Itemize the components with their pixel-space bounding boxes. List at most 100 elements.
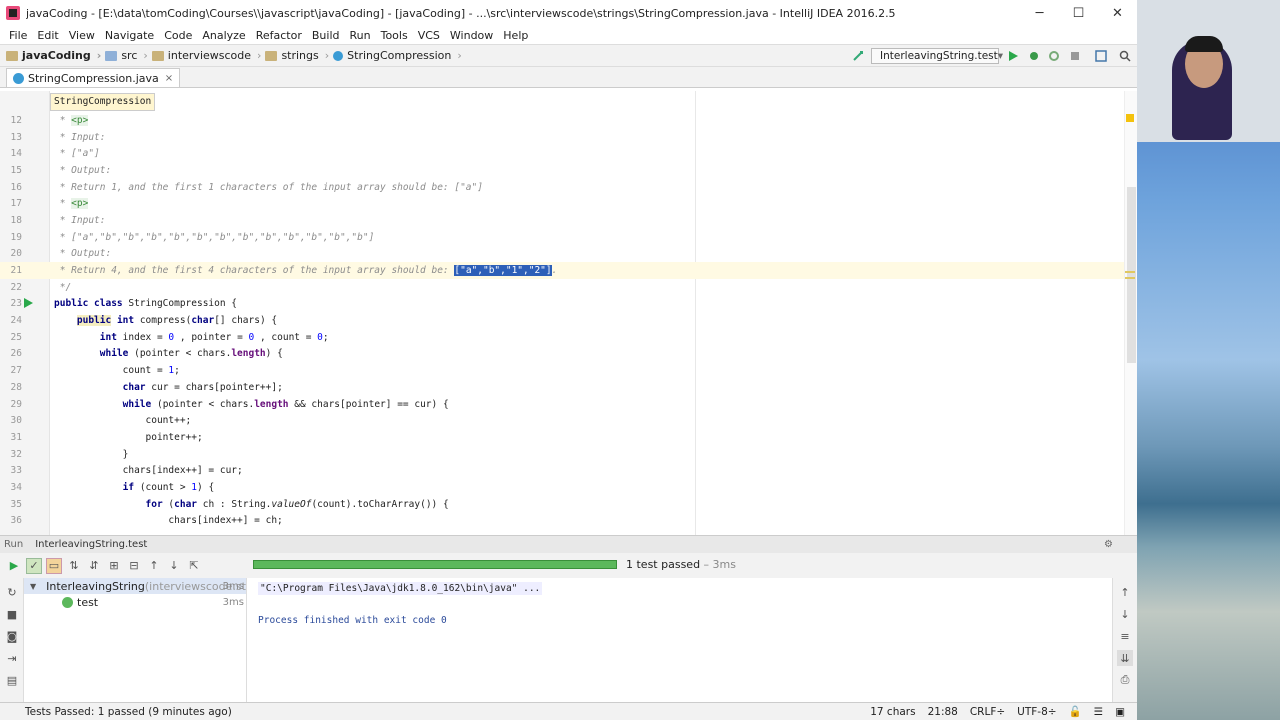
code-line[interactable]: 19 * ["a","b","b","b","b","b","b","b","b… bbox=[0, 229, 1124, 246]
event-log-icon[interactable]: ▣ bbox=[1115, 706, 1125, 718]
tab-label: StringCompression.java bbox=[28, 71, 159, 85]
editor-scrollbar[interactable] bbox=[1124, 91, 1137, 535]
code-line[interactable]: 35 for (char ch : String.valueOf(count).… bbox=[0, 496, 1124, 513]
layout-icon[interactable]: ▤ bbox=[4, 672, 20, 688]
lock-icon[interactable]: 🔓 bbox=[1069, 705, 1082, 718]
code-line[interactable]: 27 count = 1; bbox=[0, 362, 1124, 379]
breadcrumb-package[interactable]: interviewscode › bbox=[151, 49, 261, 62]
rerun-icon[interactable]: ▶ bbox=[6, 558, 22, 574]
error-stripe-mark[interactable] bbox=[1125, 271, 1135, 273]
code-line[interactable]: 20 * Output: bbox=[0, 246, 1124, 263]
coverage-icon[interactable] bbox=[1048, 50, 1060, 62]
maximize-icon[interactable]: ☐ bbox=[1059, 0, 1098, 26]
status-message[interactable]: Tests Passed: 1 passed (9 minutes ago) bbox=[0, 706, 870, 718]
rerun-failed-icon[interactable]: ↻ bbox=[4, 584, 20, 600]
code-line[interactable]: 31 pointer++; bbox=[0, 429, 1124, 446]
stop-icon[interactable] bbox=[1069, 50, 1081, 62]
code-line[interactable]: 24 public int compress(char[] chars) { bbox=[0, 312, 1124, 329]
export-icon[interactable]: ⇱ bbox=[186, 558, 202, 574]
code-line[interactable]: 28 char cur = chars[pointer++]; bbox=[0, 379, 1124, 396]
project-structure-icon[interactable] bbox=[1095, 50, 1107, 62]
menu-run[interactable]: Run bbox=[345, 29, 376, 42]
run-icon[interactable] bbox=[1007, 50, 1019, 62]
code-editor[interactable]: StringCompression 12 * <p> 13 * Input: 14 … bbox=[0, 91, 1137, 535]
code-line[interactable]: 29 while (pointer < chars.length && char… bbox=[0, 396, 1124, 413]
scroll-to-end-icon[interactable]: ⇊ bbox=[1117, 650, 1133, 666]
tab-close-icon[interactable]: × bbox=[165, 73, 173, 84]
test-case-row[interactable]: test 3ms bbox=[24, 594, 246, 610]
warning-marker-icon[interactable] bbox=[1126, 114, 1134, 122]
show-ignored-icon[interactable]: ▭ bbox=[46, 557, 62, 574]
menu-file[interactable]: File bbox=[4, 29, 32, 42]
code-line[interactable]: 15 * Output: bbox=[0, 162, 1124, 179]
code-line[interactable]: 26 while (pointer < chars.length) { bbox=[0, 346, 1124, 363]
code-line[interactable]: 21 * Return 4, and the first 4 character… bbox=[0, 262, 1124, 279]
menu-window[interactable]: Window bbox=[445, 29, 498, 42]
console-output[interactable]: "C:\Program Files\Java\jdk1.8.0_162\bin\… bbox=[248, 578, 1112, 703]
camera-icon[interactable]: ◙ bbox=[4, 628, 20, 644]
menu-edit[interactable]: Edit bbox=[32, 29, 63, 42]
close-icon[interactable]: ✕ bbox=[1098, 0, 1137, 26]
build-icon[interactable] bbox=[852, 50, 864, 62]
menu-analyze[interactable]: Analyze bbox=[197, 29, 250, 42]
minimize-icon[interactable]: ─ bbox=[1020, 0, 1059, 26]
menu-navigate[interactable]: Navigate bbox=[100, 29, 159, 42]
menu-view[interactable]: View bbox=[64, 29, 100, 42]
sort-duration-icon[interactable]: ⇵ bbox=[86, 558, 102, 574]
menu-vcs[interactable]: VCS bbox=[413, 29, 445, 42]
menu-code[interactable]: Code bbox=[159, 29, 197, 42]
run-tab-label[interactable]: InterleavingString.test bbox=[35, 539, 147, 550]
scrollbar-thumb[interactable] bbox=[1127, 187, 1136, 363]
code-line[interactable]: 34 if (count > 1) { bbox=[0, 479, 1124, 496]
code-line[interactable]: 30 count++; bbox=[0, 412, 1124, 429]
code-line[interactable]: 32 } bbox=[0, 446, 1124, 463]
breadcrumb-class[interactable]: StringCompression › bbox=[333, 49, 462, 62]
code-line[interactable]: 23 public class StringCompression { bbox=[0, 296, 1124, 313]
search-icon[interactable] bbox=[1119, 50, 1131, 62]
menu-help[interactable]: Help bbox=[498, 29, 533, 42]
print-icon[interactable]: ⎙ bbox=[1117, 672, 1133, 688]
code-line[interactable]: 12 * <p> bbox=[0, 112, 1124, 129]
code-token: * Input: bbox=[54, 131, 106, 143]
code-line[interactable]: 36 chars[index++] = ch; bbox=[0, 513, 1124, 530]
error-stripe-mark[interactable] bbox=[1125, 277, 1135, 279]
expand-all-icon[interactable]: ⊞ bbox=[106, 558, 122, 574]
test-suite-row[interactable]: ▼ InterleavingString (interviewscode.str… bbox=[24, 578, 246, 594]
code-line[interactable]: 33 chars[index++] = cur; bbox=[0, 462, 1124, 479]
file-encoding[interactable]: UTF-8÷ bbox=[1017, 706, 1056, 718]
run-class-gutter-icon[interactable] bbox=[22, 297, 34, 309]
scroll-up-icon[interactable]: ↑ bbox=[1117, 584, 1133, 600]
code-line[interactable]: 16 * Return 1, and the first 1 character… bbox=[0, 179, 1124, 196]
code-line[interactable]: 22 */ bbox=[0, 279, 1124, 296]
debug-icon[interactable] bbox=[1028, 50, 1040, 62]
breadcrumb-project[interactable]: javaCoding › bbox=[6, 49, 101, 62]
code-line[interactable]: 18 * Input: bbox=[0, 212, 1124, 229]
next-test-icon[interactable]: ↓ bbox=[166, 558, 182, 574]
show-passed-icon[interactable]: ✓ bbox=[26, 557, 42, 574]
prev-test-icon[interactable]: ↑ bbox=[146, 558, 162, 574]
scroll-down-icon[interactable]: ↓ bbox=[1117, 606, 1133, 622]
sort-alpha-icon[interactable]: ⇅ bbox=[66, 558, 82, 574]
java-class-icon bbox=[13, 72, 24, 84]
code-line[interactable]: 14 * ["a"] bbox=[0, 145, 1124, 162]
line-number: 25 bbox=[10, 331, 22, 343]
breadcrumb-src[interactable]: src › bbox=[105, 49, 148, 62]
menu-tools[interactable]: Tools bbox=[376, 29, 413, 42]
settings-gear-icon[interactable]: ⚙ bbox=[1104, 539, 1113, 550]
breadcrumb-subpackage[interactable]: strings › bbox=[265, 49, 329, 62]
code-line[interactable]: 13 * Input: bbox=[0, 129, 1124, 146]
menu-refactor[interactable]: Refactor bbox=[251, 29, 307, 42]
menu-build[interactable]: Build bbox=[307, 29, 345, 42]
tab-stringcompression[interactable]: StringCompression.java × bbox=[6, 68, 181, 87]
collapse-all-icon[interactable]: ⊟ bbox=[126, 558, 142, 574]
stop-run-icon[interactable]: ■ bbox=[4, 606, 20, 622]
soft-wrap-icon[interactable]: ≡ bbox=[1117, 628, 1133, 644]
code-line[interactable]: 25 int index = 0 , pointer = 0 , count =… bbox=[0, 329, 1124, 346]
inspection-icon[interactable]: ☰ bbox=[1094, 706, 1103, 718]
line-separator[interactable]: CRLF÷ bbox=[970, 706, 1005, 718]
run-config-select[interactable]: InterleavingString.test ▾ bbox=[871, 48, 1003, 64]
caret-position[interactable]: 21:88 bbox=[928, 706, 958, 718]
code-line[interactable]: 17 * <p> bbox=[0, 195, 1124, 212]
exit-icon[interactable]: ⇥ bbox=[4, 650, 20, 666]
expand-arrow-icon[interactable]: ▼ bbox=[30, 582, 36, 591]
